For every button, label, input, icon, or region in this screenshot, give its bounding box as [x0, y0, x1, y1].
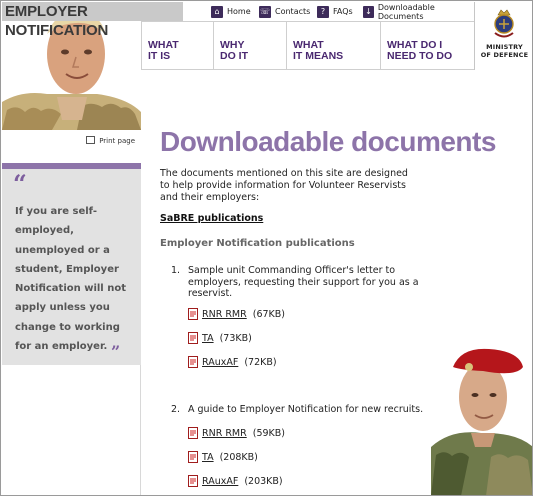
mod-wordmark: MINISTRY OF DEFENCE	[475, 43, 532, 59]
document-link-label: TA	[202, 332, 214, 344]
document-link-label: RAuxAF	[202, 356, 239, 368]
sabre-publications-link[interactable]: SaBRE publications	[160, 213, 263, 224]
printer-icon	[86, 136, 96, 144]
faqs-link-label: FAQs	[333, 7, 353, 16]
nav-what-it-is-line2: IT IS	[148, 50, 171, 62]
pdf-icon	[188, 475, 198, 487]
document-size: (72KB)	[244, 356, 277, 368]
nav-what-do-i-need-to-do-line2: NEED TO DO	[387, 50, 453, 62]
intro-text: The documents mentioned on this site are…	[160, 168, 408, 203]
nav-what-it-is[interactable]: WHAT IT IS	[141, 22, 213, 69]
utility-bar: ⌂ Home ☏ Contacts ? FAQs ↓ Downloadable …	[183, 2, 473, 21]
site-title: EMPLOYER NOTIFICATION	[2, 2, 183, 39]
document-size: (59KB)	[252, 427, 285, 439]
close-quote-icon: ”	[111, 342, 121, 361]
nav-what-it-means[interactable]: WHAT IT MEANS	[286, 22, 380, 69]
contacts-icon: ☏	[259, 5, 271, 18]
faqs-link[interactable]: ? FAQs	[317, 5, 353, 18]
document-link[interactable]: RNR RMR (67KB)	[188, 308, 285, 320]
page-frame: EMPLOYER NOTIFICATION ⌂ Home ☏ Contacts …	[0, 0, 533, 496]
print-page-label: Print page	[99, 137, 135, 145]
nav-why-do-it[interactable]: WHY DO IT	[213, 22, 286, 69]
document-link-label: RAuxAF	[202, 475, 239, 487]
pdf-icon	[188, 332, 198, 344]
sidebar-quote-text: If you are self-employed, unemployed or …	[15, 206, 126, 353]
faq-icon: ?	[317, 5, 329, 18]
document-link-label: TA	[202, 451, 214, 463]
page-title: Downloadable documents	[160, 126, 496, 157]
list-item-number: 1.	[171, 265, 181, 276]
home-link-label: Home	[227, 7, 251, 16]
document-size: (73KB)	[219, 332, 252, 344]
ministry-of-defence-logo[interactable]: MINISTRY OF DEFENCE	[474, 2, 532, 70]
contacts-link[interactable]: ☏ Contacts	[259, 5, 310, 18]
document-size: (208KB)	[219, 451, 258, 463]
list-item-text: A guide to Employer Notification for new…	[188, 404, 424, 415]
nav-why-do-it-line2: DO IT	[220, 50, 248, 62]
pdf-icon	[188, 356, 198, 368]
list-item-number: 2.	[171, 404, 181, 415]
sidebar-quote: “ If you are self-employed, unemployed o…	[2, 169, 141, 365]
home-link[interactable]: ⌂ Home	[211, 5, 251, 18]
print-page-link[interactable]: Print page	[2, 136, 141, 149]
mod-crest-icon	[494, 9, 514, 38]
nav-what-do-i-need-to-do[interactable]: WHAT DO I NEED TO DO	[380, 22, 474, 69]
document-link[interactable]: RAuxAF (72KB)	[188, 356, 277, 368]
nav-what-it-means-line2: IT MEANS	[293, 50, 344, 62]
document-size: (203KB)	[244, 475, 283, 487]
download-icon: ↓	[363, 5, 374, 18]
document-link[interactable]: RNR RMR (59KB)	[188, 427, 285, 439]
pdf-icon	[188, 427, 198, 439]
document-link[interactable]: TA (73KB)	[188, 332, 252, 344]
section-heading: Employer Notification publications	[160, 238, 355, 249]
open-quote-icon: “	[13, 169, 27, 198]
document-size: (67KB)	[252, 308, 285, 320]
home-icon: ⌂	[211, 5, 223, 18]
contacts-link-label: Contacts	[275, 7, 311, 16]
list-item-text: Sample unit Commanding Officer's letter …	[188, 265, 419, 299]
document-link-label: RNR RMR	[202, 308, 247, 320]
document-link[interactable]: RAuxAF (203KB)	[188, 475, 283, 487]
pdf-icon	[188, 451, 198, 463]
pdf-icon	[188, 308, 198, 320]
sidebar-footer-space	[2, 365, 141, 495]
document-link[interactable]: TA (208KB)	[188, 451, 258, 463]
main-nav: WHAT IT IS WHY DO IT WHAT IT MEANS WHAT …	[141, 21, 474, 70]
downloadable-documents-link-label: Downloadable Documents	[377, 2, 435, 21]
soldier-beret-photo	[431, 337, 532, 495]
mod-line-1: MINISTRY	[486, 43, 523, 51]
document-link-label: RNR RMR	[202, 427, 247, 439]
mod-line-2: OF DEFENCE	[480, 51, 529, 59]
downloadable-documents-link[interactable]: ↓ Downloadable Documents	[363, 2, 473, 21]
